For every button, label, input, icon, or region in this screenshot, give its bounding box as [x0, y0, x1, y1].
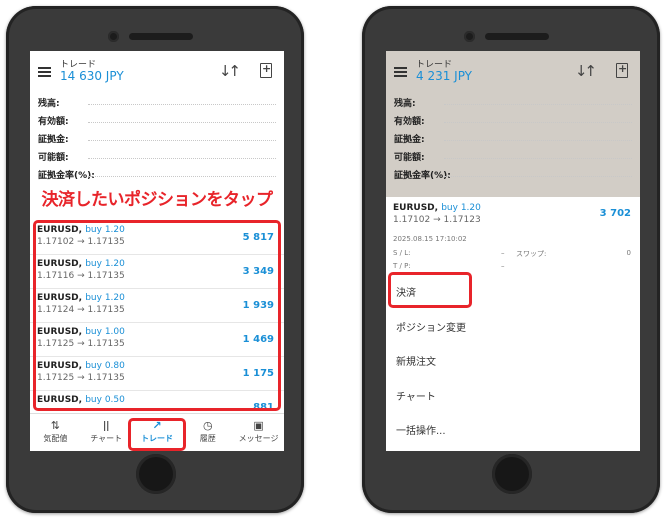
highlight-trade-tab	[128, 418, 186, 451]
nav-label: メッセージ	[238, 434, 279, 443]
menu-chart[interactable]: チャート	[386, 381, 640, 416]
highlight-position-list	[33, 220, 281, 411]
nav-label: チャート	[90, 434, 123, 443]
summary-free-margin: 可能額:	[386, 149, 640, 167]
account-summary: 残高: 有効額: 証拠金: 可能額: 証拠金率(%):	[386, 95, 640, 185]
new-order-icon[interactable]	[260, 62, 272, 78]
header: トレード 14 630 JPY ↓↑	[30, 51, 284, 93]
account-summary: 残高: 有効額: 証拠金: 可能額: 証拠金率(%):	[30, 95, 284, 185]
sort-icon[interactable]: ↓↑	[575, 62, 597, 80]
header-balance: 4 231 JPY	[416, 69, 473, 83]
summary-balance: 残高:	[30, 95, 284, 113]
menu-icon[interactable]	[38, 67, 51, 77]
selected-position[interactable]: EURUSD, buy 1.20 1.17102 → 1.17123 3 702…	[386, 197, 640, 277]
summary-margin: 証拠金:	[30, 131, 284, 149]
nav-quotes[interactable]: ⇅ 気配値	[30, 414, 81, 451]
stage: トレード 14 630 JPY ↓↑ 残高: 有効額: 証拠金: 可能額: 証拠…	[0, 0, 666, 519]
nav-messages[interactable]: ▣ メッセージ	[233, 414, 284, 451]
quotes-icon: ⇅	[50, 419, 60, 432]
chart-icon: ǀǀ	[102, 419, 110, 432]
position-date: 2025.08.15 17:10:02	[393, 235, 467, 243]
nav-label: 履歴	[199, 434, 216, 443]
swap-value: 0	[626, 249, 631, 257]
summary-balance: 残高:	[386, 95, 640, 113]
nav-label: 気配値	[43, 434, 68, 443]
screen-left: トレード 14 630 JPY ↓↑ 残高: 有効額: 証拠金: 可能額: 証拠…	[30, 51, 284, 451]
phone-right: トレード 4 231 JPY ↓↑ 残高: 有効額: 証拠金: 可能額: 証拠金…	[362, 6, 660, 513]
tp-label: T / P:	[393, 262, 411, 270]
camera-icon	[464, 31, 475, 42]
header: トレード 4 231 JPY ↓↑	[386, 51, 640, 93]
new-order-icon[interactable]	[616, 62, 628, 78]
highlight-close-item	[388, 272, 472, 308]
menu-new-order[interactable]: 新規注文	[386, 346, 640, 381]
header-balance: 14 630 JPY	[60, 69, 124, 83]
menu-bulk-operations[interactable]: 一括操作...	[386, 415, 640, 450]
home-button[interactable]	[136, 454, 176, 494]
phone-left: トレード 14 630 JPY ↓↑ 残高: 有効額: 証拠金: 可能額: 証拠…	[6, 6, 304, 513]
summary-free-margin: 可能額:	[30, 149, 284, 167]
tp-value: –	[501, 262, 505, 270]
summary-margin: 証拠金:	[386, 131, 640, 149]
nav-history[interactable]: ◷ 履歴	[182, 414, 233, 451]
nav-chart[interactable]: ǀǀ チャート	[81, 414, 132, 451]
sort-icon[interactable]: ↓↑	[219, 62, 241, 80]
messages-icon: ▣	[253, 419, 264, 432]
menu-modify-position[interactable]: ポジション変更	[386, 312, 640, 347]
sl-label: S / L:	[393, 249, 411, 257]
instruction-callout: 決済したいポジションをタップ	[41, 190, 274, 210]
menu-icon[interactable]	[394, 67, 407, 77]
sl-value: –	[501, 249, 505, 257]
speaker-grill	[485, 33, 549, 40]
home-button[interactable]	[492, 454, 532, 494]
history-icon: ◷	[202, 419, 213, 432]
summary-margin-level: 証拠金率(%):	[386, 167, 640, 185]
swap-label: スワップ:	[516, 250, 547, 258]
summary-equity: 有効額:	[30, 113, 284, 131]
camera-icon	[108, 31, 119, 42]
summary-margin-level: 証拠金率(%):	[30, 167, 284, 185]
speaker-grill	[129, 33, 193, 40]
screen-right: トレード 4 231 JPY ↓↑ 残高: 有効額: 証拠金: 可能額: 証拠金…	[386, 51, 640, 451]
summary-equity: 有効額:	[386, 113, 640, 131]
